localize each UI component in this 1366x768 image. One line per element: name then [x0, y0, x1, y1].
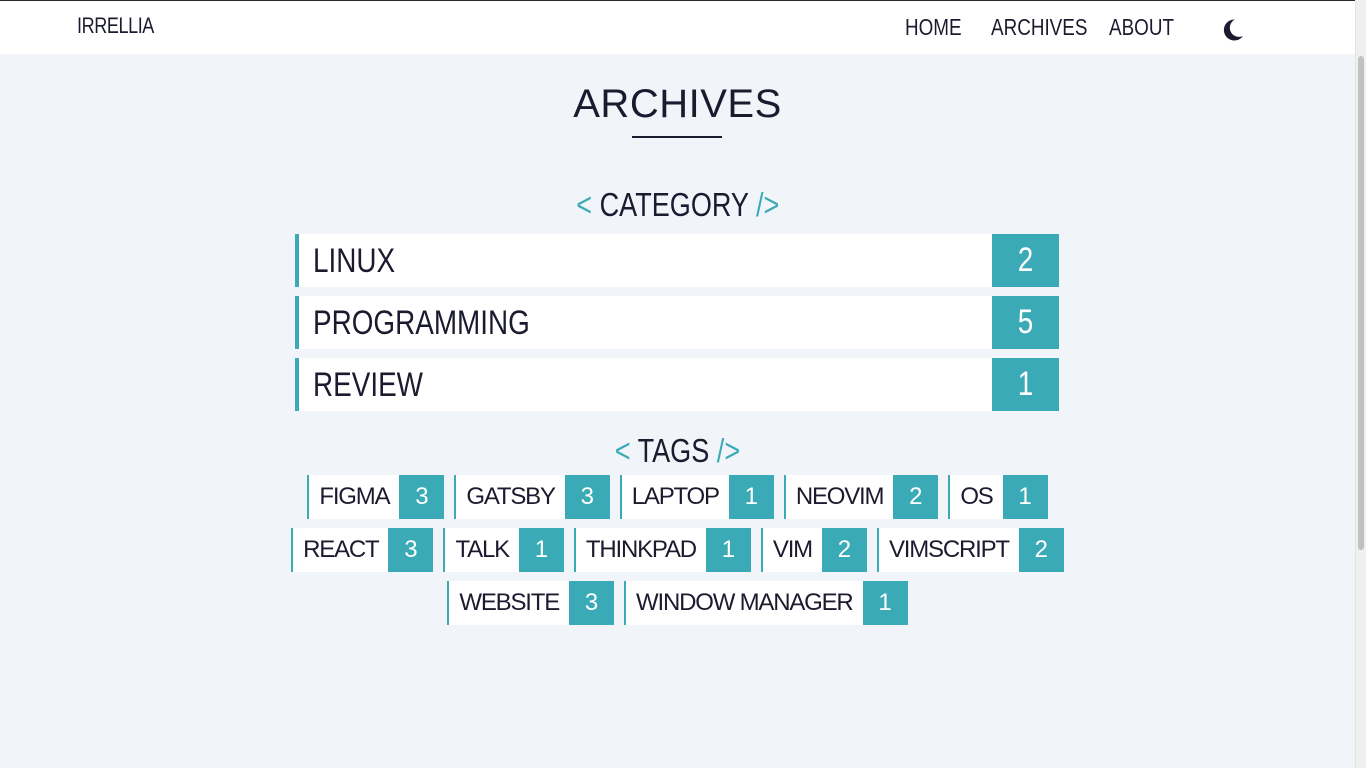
tag-vim[interactable]: VIM 2 — [760, 528, 867, 572]
tag-name: OS — [960, 483, 993, 510]
page-scrollbar[interactable] — [1355, 0, 1366, 768]
category-heading: < CATEGORY /> — [0, 186, 1355, 224]
tag-count-badge: 1 — [862, 581, 908, 625]
page-title: ARCHIVES — [573, 82, 782, 126]
tag-name: VIM — [772, 536, 813, 563]
tag-name: WEBSITE — [459, 589, 560, 616]
tag-count-badge: 1 — [728, 475, 774, 519]
tag-neovim[interactable]: NEOVIM 2 — [783, 475, 939, 519]
tag-laptop[interactable]: LAPTOP 1 — [619, 475, 774, 519]
tag-name: FIGMA — [319, 483, 390, 510]
heading-open-bracket: < — [575, 186, 592, 223]
tag-name: GATSBY — [466, 483, 556, 510]
theme-toggle-button[interactable] — [1218, 16, 1246, 44]
tag-count-badge: 2 — [821, 528, 867, 572]
tag-vimscript[interactable]: VIMSCRIPT 2 — [876, 528, 1064, 572]
tag-name: REACT — [303, 536, 380, 563]
tag-count-badge: 2 — [893, 475, 939, 519]
tags-heading: < TAGS /> — [0, 432, 1355, 470]
tag-name: THINKPAD — [585, 536, 697, 563]
tag-name: LAPTOP — [631, 483, 720, 510]
category-name: REVIEW — [313, 366, 423, 404]
heading-open-bracket: < — [614, 432, 631, 469]
tag-count-badge: 2 — [1018, 528, 1064, 572]
tag-count-badge: 3 — [399, 475, 445, 519]
category-item-linux[interactable]: LINUX 2 — [295, 234, 1059, 287]
nav-about[interactable]: ABOUT — [1109, 14, 1174, 41]
tag-name: VIMSCRIPT — [888, 536, 1010, 563]
scrollbar-thumb[interactable] — [1358, 56, 1364, 550]
category-name: LINUX — [313, 242, 396, 280]
tag-row: WEBSITE 3 WINDOW MANAGER 1 — [0, 581, 1355, 625]
category-count-badge: 1 — [992, 358, 1059, 411]
heading-close-bracket: /> — [755, 186, 780, 223]
tag-row: FIGMA 3 GATSBY 3 LAPTOP 1 NEOVIM 2 OS 1 — [0, 475, 1355, 519]
title-underline — [632, 136, 722, 138]
nav-home[interactable]: HOME — [905, 14, 962, 41]
tag-count-badge: 3 — [388, 528, 434, 572]
tag-figma[interactable]: FIGMA 3 — [307, 475, 445, 519]
tag-count-badge: 1 — [518, 528, 564, 572]
tag-thinkpad[interactable]: THINKPAD 1 — [573, 528, 751, 572]
category-item-review[interactable]: REVIEW 1 — [295, 358, 1059, 411]
category-count-badge: 5 — [992, 296, 1059, 349]
tag-window-manager[interactable]: WINDOW MANAGER 1 — [624, 581, 908, 625]
moon-icon — [1223, 19, 1243, 41]
top-navbar: IRRELLIA HOME ARCHIVES ABOUT — [0, 0, 1355, 54]
category-name: PROGRAMMING — [313, 304, 530, 342]
category-count-badge: 2 — [992, 234, 1059, 287]
site-brand[interactable]: IRRELLIA — [77, 13, 154, 39]
nav-archives[interactable]: ARCHIVES — [991, 14, 1087, 41]
tag-name: NEOVIM — [795, 483, 885, 510]
tag-count-badge: 3 — [569, 581, 615, 625]
tag-gatsby[interactable]: GATSBY 3 — [454, 475, 610, 519]
tag-name: TALK — [455, 536, 510, 563]
tag-name: WINDOW MANAGER — [636, 589, 854, 616]
tag-website[interactable]: WEBSITE 3 — [447, 581, 615, 625]
tag-count-badge: 1 — [705, 528, 751, 572]
category-heading-label: CATEGORY — [599, 186, 749, 223]
heading-close-bracket: /> — [716, 432, 741, 469]
tag-react[interactable]: REACT 3 — [291, 528, 434, 572]
tag-talk[interactable]: TALK 1 — [443, 528, 564, 572]
tag-row: REACT 3 TALK 1 THINKPAD 1 VIM 2 VIMSCRIP… — [0, 528, 1355, 572]
category-item-programming[interactable]: PROGRAMMING 5 — [295, 296, 1059, 349]
tag-count-badge: 1 — [1002, 475, 1048, 519]
tag-os[interactable]: OS 1 — [948, 475, 1048, 519]
tag-count-badge: 3 — [564, 475, 610, 519]
tags-heading-label: TAGS — [637, 432, 710, 469]
